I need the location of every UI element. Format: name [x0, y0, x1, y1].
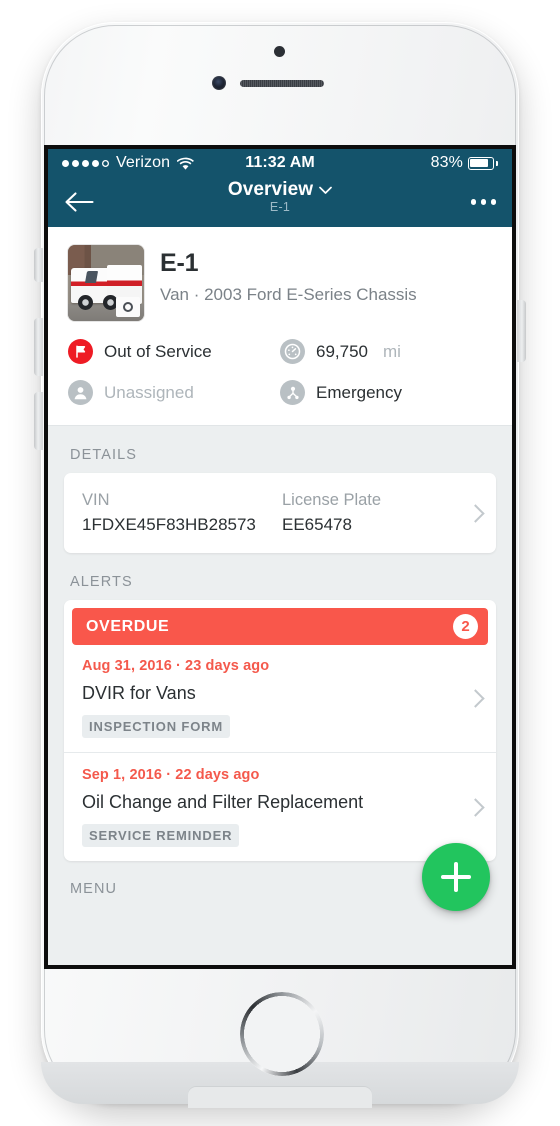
detail-label: VIN — [82, 491, 110, 509]
alert-tag: INSPECTION FORM — [82, 715, 231, 738]
camera-icon[interactable] — [116, 297, 140, 317]
detail-value: 1FDXE45F83HB28573 — [82, 515, 256, 534]
signal-strength-icon — [62, 159, 109, 167]
overflow-menu-button[interactable] — [470, 199, 496, 205]
detail-field-vin: VIN 1FDXE45F83HB28573 — [82, 491, 272, 535]
vehicle-photo[interactable] — [68, 245, 144, 321]
vehicle-header: E-1 Van · 2003 Ford E-Series Chassis — [48, 227, 512, 335]
odometer-value: 69,750 — [316, 341, 368, 361]
alert-tag: SERVICE REMINDER — [82, 824, 240, 847]
alert-date: Aug 31, 2016 · 23 days ago — [82, 658, 270, 674]
chevron-right-icon — [466, 688, 485, 708]
proximity-sensor — [274, 46, 285, 57]
phone-lip-notch — [188, 1086, 372, 1108]
alert-row[interactable]: Aug 31, 2016 · 23 days ago DVIR for Vans… — [64, 653, 496, 752]
detail-label: License Plate — [282, 491, 382, 509]
alert-content: Aug 31, 2016 · 23 days ago DVIR for Vans… — [82, 658, 463, 738]
status-assignee[interactable]: Unassigned — [68, 380, 280, 405]
vehicle-description: Van · 2003 Ford E-Series Chassis — [160, 285, 417, 304]
page-title: Overview — [227, 179, 314, 200]
overview-dropdown[interactable]: Overview — [227, 179, 333, 201]
alert-title: DVIR for Vans — [82, 683, 196, 703]
status-label: Out of Service — [104, 341, 212, 361]
detail-value: EE65478 — [282, 515, 352, 534]
gauge-icon — [280, 339, 305, 364]
overdue-count-badge: 2 — [453, 614, 478, 639]
status-out-of-service[interactable]: Out of Service — [68, 339, 280, 364]
power-button[interactable] — [517, 300, 526, 362]
alert-content: Sep 1, 2016 · 22 days ago Oil Change and… — [82, 767, 463, 847]
wifi-icon — [177, 157, 194, 170]
nav-title-block: Overview E-1 — [48, 179, 512, 214]
odometer-unit: mi — [383, 341, 401, 361]
person-icon — [68, 380, 93, 405]
mute-switch[interactable] — [34, 248, 43, 282]
carrier-name: Verizon — [116, 154, 171, 171]
assignee-label: Unassigned — [104, 382, 194, 402]
chevron-down-icon — [319, 186, 333, 194]
add-button[interactable] — [422, 843, 490, 911]
nav-subtitle: E-1 — [269, 200, 291, 214]
vehicle-titles: E-1 Van · 2003 Ford E-Series Chassis — [160, 245, 417, 305]
details-section-label: DETAILS — [70, 447, 138, 463]
battery-indicator: 83% — [431, 154, 498, 172]
overdue-banner[interactable]: OVERDUE 2 — [72, 608, 488, 645]
battery-percent: 83% — [430, 154, 463, 171]
chevron-right-icon — [466, 503, 485, 523]
details-card[interactable]: VIN 1FDXE45F83HB28573 License Plate EE65… — [64, 473, 496, 553]
volume-down-button[interactable] — [34, 392, 43, 450]
battery-icon — [468, 156, 494, 170]
nav-bar: Overview E-1 — [48, 177, 512, 227]
overdue-label: OVERDUE — [86, 617, 170, 635]
detail-field-license-plate: License Plate EE65478 — [282, 491, 381, 535]
phone-screen: Verizon 11:32 AM 83% Overview E-1 E-1 Va… — [44, 145, 516, 969]
carrier-group: Verizon — [62, 154, 194, 172]
vehicle-status-grid: Out of Service 69,750 mi Unassigned Emer… — [48, 335, 512, 425]
details-fields: VIN 1FDXE45F83HB28573 License Plate EE65… — [82, 491, 463, 535]
vehicle-name: E-1 — [160, 249, 199, 277]
alert-title: Oil Change and Filter Replacement — [82, 792, 364, 812]
volume-up-button[interactable] — [34, 318, 43, 376]
status-bar: Verizon 11:32 AM 83% — [48, 149, 512, 177]
alerts-card: OVERDUE 2 Aug 31, 2016 · 23 days ago DVI… — [64, 600, 496, 861]
group-hierarchy-icon — [280, 380, 305, 405]
chevron-right-icon — [466, 797, 485, 817]
home-button[interactable] — [240, 992, 324, 1076]
content-scroll-area[interactable]: E-1 Van · 2003 Ford E-Series Chassis Out… — [48, 227, 512, 965]
flag-icon — [68, 339, 93, 364]
group-label: Emergency — [316, 382, 402, 402]
alert-row[interactable]: Sep 1, 2016 · 22 days ago Oil Change and… — [64, 752, 496, 861]
status-group[interactable]: Emergency — [280, 380, 492, 405]
front-camera — [212, 76, 226, 90]
alerts-section-label: ALERTS — [70, 574, 133, 590]
earpiece-speaker — [240, 80, 324, 87]
status-odometer[interactable]: 69,750 mi — [280, 339, 492, 364]
alert-date: Sep 1, 2016 · 22 days ago — [82, 767, 260, 783]
